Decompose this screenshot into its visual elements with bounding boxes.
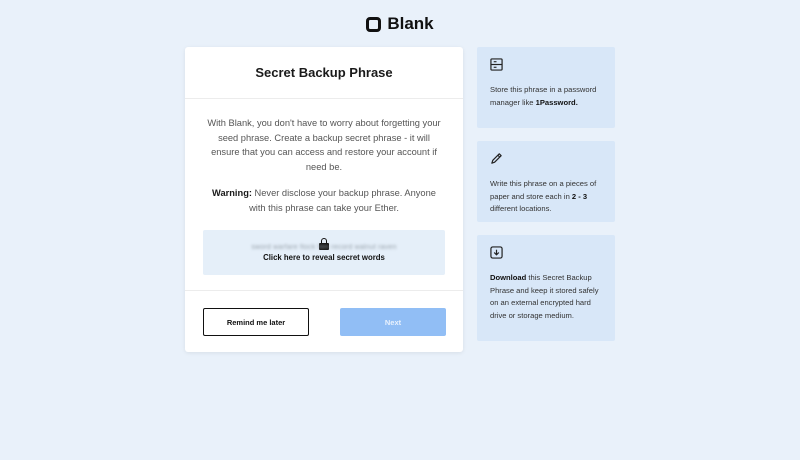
blank-logo-icon [366,16,382,32]
backup-phrase-card: Secret Backup Phrase With Blank, you don… [185,47,463,352]
reveal-secret-words-button[interactable]: sword warfare flock film record walnut r… [203,230,445,275]
remind-me-later-button[interactable]: Remind me later [203,308,309,336]
tip-text-bold: Download [490,273,527,282]
tip-download: Download this Secret Backup Phrase and k… [477,235,615,341]
tip-text-bold: 1Password. [535,97,578,107]
brand-logo: Blank [0,14,800,34]
card-description: With Blank, you don't have to worry abou… [207,118,441,172]
card-title: Secret Backup Phrase [185,47,463,99]
warning-text: Never disclose your backup phrase. Anyon… [249,188,436,213]
brand-name: Blank [387,14,434,33]
warning-message: Warning: Never disclose your backup phra… [211,186,437,215]
next-button[interactable]: Next [340,308,446,336]
card-divider [185,290,463,291]
reveal-label: Click here to reveal secret words [263,252,385,262]
tip-text: Write this phrase on a pieces of paper a… [490,178,602,216]
tip-password-manager: Store this phrase in a password manager … [477,47,615,128]
tip-paper-copies: Write this phrase on a pieces of paper a… [477,141,615,222]
storage-icon [490,58,503,71]
tip-text-part: different locations. [490,204,552,213]
warning-label: Warning: [212,188,252,198]
tip-text: Store this phrase in a password manager … [490,84,602,109]
blurred-seed-phrase: sword warfare flock film record walnut r… [251,243,397,251]
pencil-icon [491,153,502,164]
tip-text: Download this Secret Backup Phrase and k… [490,272,602,322]
download-icon [490,246,503,259]
tip-text-bold: 2 - 3 [571,191,588,201]
